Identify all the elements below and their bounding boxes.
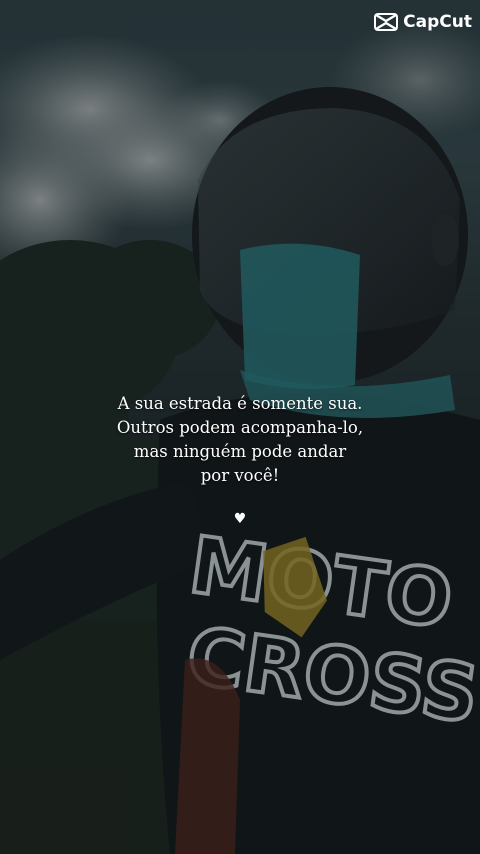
quote-line-1: A sua estrada é somente sua. bbox=[117, 394, 363, 413]
quote-line-3: mas ninguém pode andar bbox=[133, 442, 347, 461]
heart-icon: ♥ bbox=[233, 511, 247, 527]
photo-frame: MOTO CROSS CapCut A sua estrada é soment… bbox=[0, 0, 480, 854]
capcut-watermark: CapCut bbox=[374, 12, 472, 32]
quote-text: A sua estrada é somente sua. Outros pode… bbox=[0, 392, 480, 488]
quote-line-2: Outros podem acompanha-lo, bbox=[116, 418, 364, 437]
quote-line-4: por você! bbox=[200, 466, 280, 485]
capcut-logo-icon bbox=[374, 13, 399, 31]
capcut-label: CapCut bbox=[403, 12, 472, 32]
